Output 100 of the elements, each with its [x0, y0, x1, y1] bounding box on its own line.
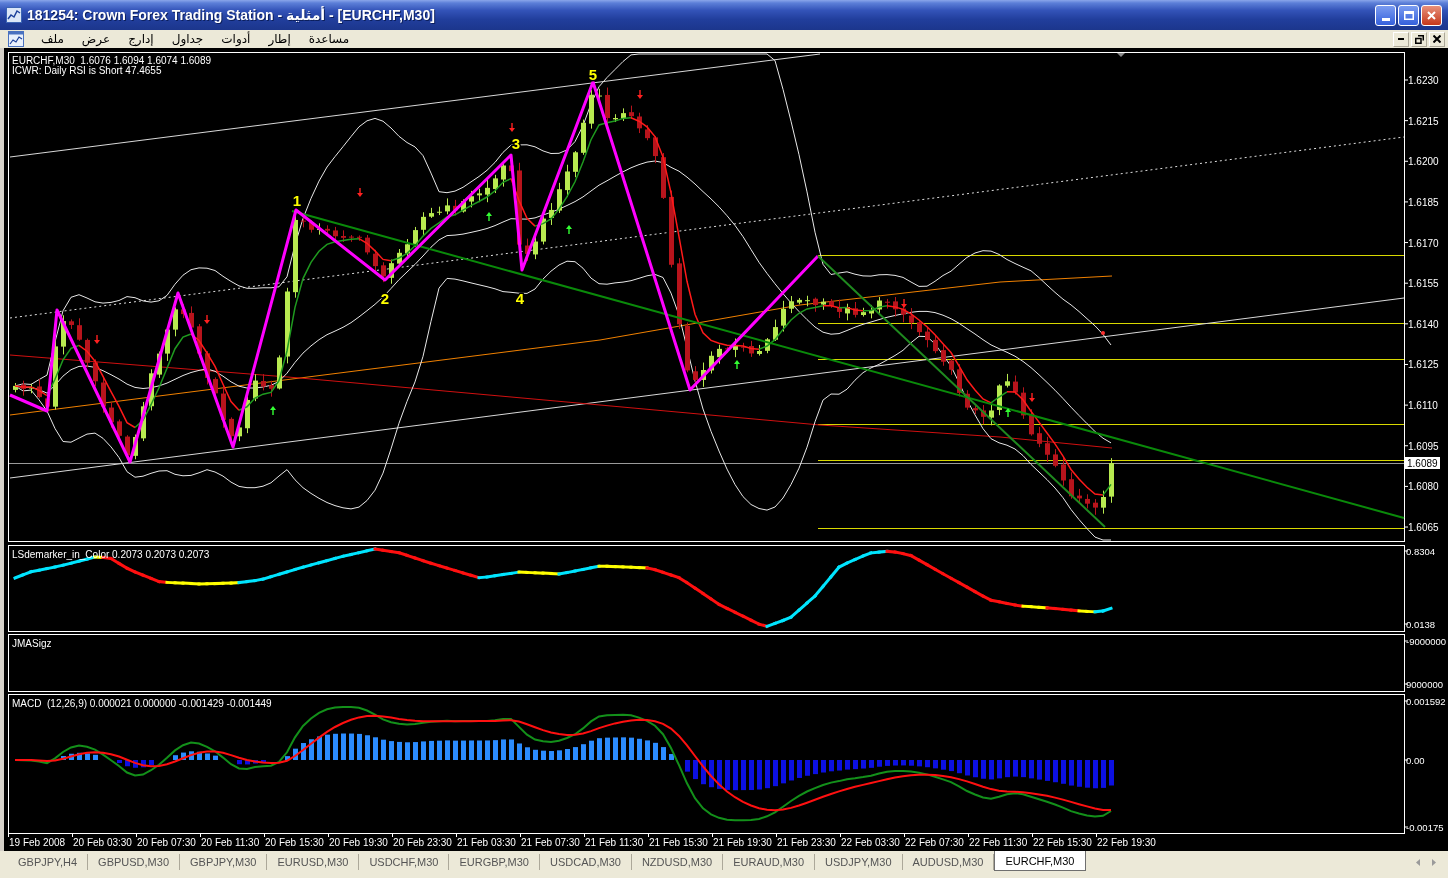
- histogram-bar: [477, 740, 482, 760]
- histogram-bar: [1021, 760, 1026, 778]
- histogram-bar: [885, 760, 890, 766]
- histogram-bar: [589, 740, 594, 760]
- histogram-bar: [549, 751, 554, 760]
- histogram-bar: [573, 747, 578, 760]
- time-axis-label: 20 Feb 19:30: [329, 837, 388, 848]
- indicator-label: MACD (12,26,9) 0.000021 0.000000 -0.001429 -0.001449: [12, 698, 272, 709]
- price-axis-label: 1.6140: [1408, 318, 1439, 330]
- chart-tab[interactable]: GBPUSD,M30: [88, 854, 181, 870]
- histogram-bar: [701, 760, 706, 785]
- indicator-axis-label: 0.0138: [1406, 619, 1436, 630]
- histogram-bar: [909, 760, 914, 766]
- histogram-bar: [893, 760, 898, 766]
- chart-tab[interactable]: GBPJPY,H4: [8, 854, 89, 870]
- histogram-bar: [877, 760, 882, 767]
- time-axis-label: 21 Feb 11:30: [585, 837, 644, 848]
- close-icon: [1427, 10, 1436, 20]
- time-axis-label: 21 Feb 15:30: [649, 837, 708, 848]
- down-arrow-icon: [94, 334, 100, 344]
- chart-shift-marker-icon: [1117, 53, 1125, 57]
- histogram-bar: [981, 760, 986, 779]
- chart-app-icon: [6, 7, 22, 23]
- histogram-bar: [685, 760, 690, 772]
- histogram-bar: [565, 749, 570, 760]
- menu-item[interactable]: إدارج: [119, 31, 163, 47]
- histogram-bar: [245, 760, 250, 765]
- chart-tab[interactable]: USDCHF,M30: [359, 854, 450, 870]
- menu-item[interactable]: إطار: [259, 31, 300, 47]
- down-arrow-icon: [637, 89, 643, 99]
- histogram-bar: [1005, 760, 1010, 778]
- up-arrow-icon: [486, 212, 492, 222]
- chart-tab[interactable]: USDCAD,M30: [539, 854, 632, 870]
- menu-item[interactable]: مساعدة: [299, 31, 359, 47]
- histogram-bar: [389, 741, 394, 760]
- chart-tab[interactable]: EURCHF,M30: [994, 851, 1086, 871]
- restore-icon: [1414, 34, 1424, 44]
- histogram-bar: [437, 740, 442, 760]
- histogram-bar: [1093, 760, 1098, 789]
- histogram-bar: [301, 743, 306, 760]
- close-button[interactable]: [1429, 31, 1445, 47]
- minimize-icon: [1398, 38, 1404, 40]
- histogram-bar: [285, 756, 290, 760]
- menu-item[interactable]: جداول: [162, 31, 213, 47]
- menu-item[interactable]: ملف: [32, 31, 73, 47]
- chart-tab[interactable]: EURGBP,M30: [449, 854, 540, 870]
- chart-tab[interactable]: NZDUSD,M30: [631, 854, 724, 870]
- maximize-button[interactable]: [1398, 4, 1419, 26]
- histogram-bar: [1101, 760, 1106, 788]
- histogram-bar: [189, 751, 194, 760]
- histogram-bar: [693, 760, 698, 780]
- menu-item[interactable]: عرض: [72, 31, 120, 47]
- wave-label: 3: [511, 135, 521, 152]
- chart-tab[interactable]: EURUSD,M30: [267, 854, 360, 870]
- histogram-bar: [669, 754, 674, 760]
- chart-tab[interactable]: GBPJPY,M30: [180, 854, 268, 870]
- chart-tab[interactable]: EURAUD,M30: [723, 854, 816, 870]
- histogram-bar: [941, 760, 946, 770]
- current-price-tag: 1.6089: [1405, 457, 1440, 469]
- histogram-bar: [205, 753, 210, 760]
- histogram-bar: [85, 753, 90, 760]
- histogram-bar: [485, 740, 490, 760]
- down-arrow-icon: [357, 187, 363, 197]
- histogram-bar: [533, 749, 538, 760]
- histogram-bar: [325, 734, 330, 760]
- time-axis-label: 20 Feb 03:30: [73, 837, 132, 848]
- time-axis-label: 21 Feb 19:30: [713, 837, 772, 848]
- indicator-axis-label: -9000000: [1406, 636, 1447, 647]
- chart-document-icon[interactable]: [8, 31, 24, 47]
- histogram-bar: [1053, 760, 1058, 783]
- price-axis-label: 1.6155: [1408, 278, 1439, 290]
- histogram-bar: [661, 747, 666, 760]
- histogram-bar: [637, 738, 642, 760]
- histogram-bar: [69, 753, 74, 760]
- histogram-bar: [749, 760, 754, 791]
- histogram-bar: [597, 738, 602, 760]
- price-axis-label: 1.6185: [1408, 196, 1439, 208]
- indicator-axis-label: 0.8304: [1406, 546, 1436, 557]
- price-axis-label: 1.6200: [1408, 156, 1439, 168]
- price-axis-label: 1.6110: [1408, 400, 1438, 412]
- chart-tab[interactable]: USDJPY,M30: [815, 854, 903, 870]
- menu-item[interactable]: أدوات: [212, 31, 260, 47]
- price-axis-label: 1.6215: [1408, 115, 1439, 127]
- histogram-bar: [261, 760, 266, 764]
- histogram-bar: [757, 760, 762, 790]
- price-axis-label: 1.6230: [1408, 75, 1439, 86]
- histogram-bar: [613, 737, 618, 760]
- histogram-bar: [621, 737, 626, 760]
- histogram-bar: [781, 760, 786, 784]
- up-arrow-icon: [734, 360, 740, 370]
- histogram-bar: [973, 760, 978, 778]
- histogram-bar: [645, 740, 650, 760]
- minimize-button[interactable]: [1393, 31, 1409, 47]
- histogram-bar: [173, 755, 178, 760]
- histogram-bar: [1069, 760, 1074, 786]
- histogram-bar: [765, 760, 770, 789]
- restore-button[interactable]: [1411, 31, 1427, 47]
- histogram-bar: [829, 760, 834, 772]
- up-arrow-icon: [566, 225, 572, 235]
- maximize-icon: [1403, 10, 1414, 20]
